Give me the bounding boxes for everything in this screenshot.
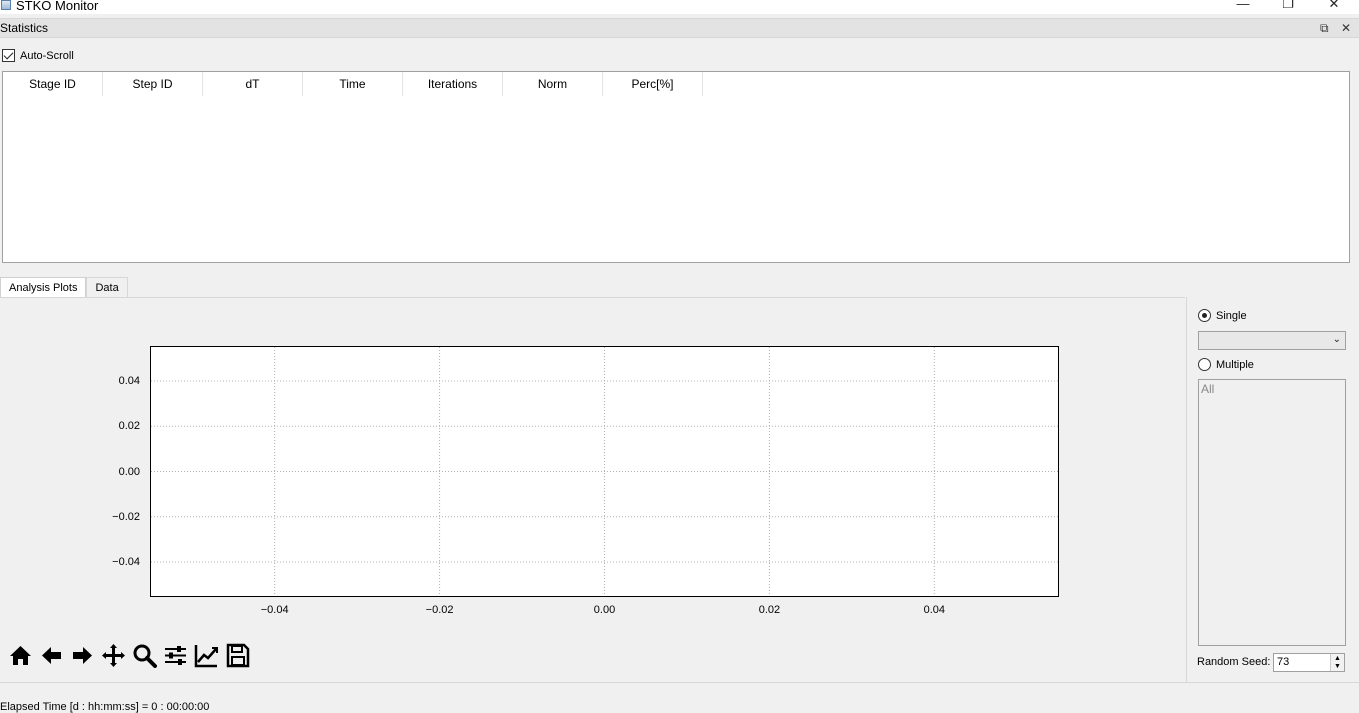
single-label: Single (1216, 309, 1247, 322)
x-tick-label: 0.04 (923, 604, 946, 616)
app-icon (1, 0, 11, 10)
status-bar: Elapsed Time [d : hh:mm:ss] = 0 : 00:00:… (0, 682, 1359, 713)
column-header-time[interactable]: Time (303, 72, 403, 96)
random-seed-value[interactable]: 73 (1277, 656, 1289, 668)
spinbox-buttons: ▲ ▼ (1330, 654, 1344, 671)
multiple-label: Multiple (1216, 358, 1254, 371)
minimize-button[interactable]: — (1233, 0, 1253, 12)
configure-subplots-icon[interactable] (163, 643, 188, 668)
column-header-stage-id[interactable]: Stage ID (3, 72, 103, 96)
back-arrow-icon[interactable] (39, 643, 64, 668)
table-header: Stage ID Step ID dT Time Iterations Norm… (3, 72, 1349, 96)
chart-plot-area[interactable] (150, 346, 1059, 597)
y-tick-label: −0.02 (112, 510, 140, 523)
auto-scroll-checkbox[interactable] (2, 49, 15, 62)
multiple-select-list[interactable]: All (1198, 379, 1346, 646)
y-tick-label: 0.04 (118, 374, 140, 387)
random-seed-spinbox[interactable]: 73 ▲ ▼ (1273, 653, 1345, 672)
column-header-dt[interactable]: dT (203, 72, 303, 96)
statistics-table[interactable]: Stage ID Step ID dT Time Iterations Norm… (2, 71, 1350, 263)
zoom-icon[interactable] (132, 643, 157, 668)
restore-button[interactable]: ❐ (1278, 0, 1298, 12)
close-window-button[interactable]: ✕ (1324, 0, 1344, 12)
column-header-iterations[interactable]: Iterations (403, 72, 503, 96)
single-select-dropdown[interactable]: ⌄ (1198, 331, 1346, 350)
y-tick-label: 0.02 (118, 420, 140, 433)
tab-analysis-plots[interactable]: Analysis Plots (0, 277, 87, 298)
y-tick-label: 0.00 (118, 465, 140, 478)
single-option[interactable]: Single (1198, 309, 1247, 322)
spin-up-icon[interactable]: ▲ (1334, 655, 1341, 662)
single-radio[interactable] (1198, 309, 1211, 322)
column-header-norm[interactable]: Norm (503, 72, 603, 96)
pan-icon[interactable] (101, 643, 126, 668)
save-icon[interactable] (225, 643, 250, 668)
dock-close-button[interactable]: ✕ (1341, 20, 1351, 36)
analysis-tabs: Analysis Plots Data (0, 277, 128, 298)
chevron-down-icon: ⌄ (1332, 334, 1341, 345)
dock-float-button[interactable]: ⧉ (1320, 20, 1329, 36)
multiple-option[interactable]: Multiple (1198, 358, 1254, 371)
x-tick-label: 0.00 (593, 604, 616, 616)
auto-scroll-option[interactable]: Auto-Scroll (2, 49, 74, 62)
title-bar: STKO Monitor — ❐ ✕ (0, 0, 1359, 14)
home-icon[interactable] (8, 643, 33, 668)
chart-svg (151, 347, 1058, 596)
plot-toolbar (8, 643, 256, 668)
auto-scroll-label: Auto-Scroll (20, 49, 74, 62)
elapsed-time-label: Elapsed Time [d : hh:mm:ss] = 0 : 00:00:… (0, 701, 210, 713)
spin-down-icon[interactable]: ▼ (1334, 663, 1341, 670)
edit-axis-icon[interactable] (194, 643, 219, 668)
forward-arrow-icon[interactable] (70, 643, 95, 668)
x-tick-label: 0.02 (758, 604, 781, 616)
random-seed-label: Random Seed: (1197, 656, 1271, 668)
x-tick-label: −0.02 (425, 604, 454, 616)
y-tick-label: −0.04 (112, 556, 140, 569)
dock-title: Statistics (0, 21, 49, 35)
statistics-dock-title-bar[interactable]: Statistics ⧉ ✕ (0, 18, 1359, 38)
window-title: STKO Monitor (16, 0, 99, 13)
list-item-all[interactable]: All (1201, 382, 1214, 396)
column-header-percent[interactable]: Perc[%] (603, 72, 703, 96)
x-tick-label: −0.04 (260, 604, 289, 616)
multiple-radio[interactable] (1198, 358, 1211, 371)
tab-data[interactable]: Data (86, 277, 128, 297)
column-header-step-id[interactable]: Step ID (103, 72, 203, 96)
